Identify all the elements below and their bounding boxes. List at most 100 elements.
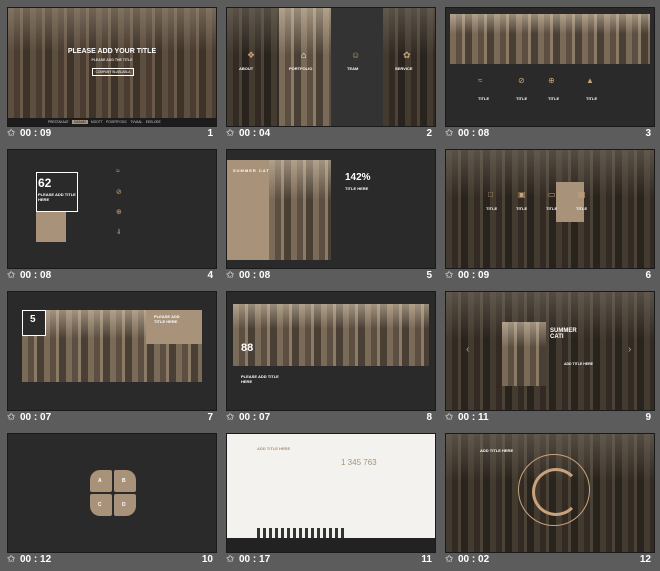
slide-thumbnail-1[interactable]: PLEASE ADD YOUR TITLE PLEASE ADD THE TIT… xyxy=(7,7,217,145)
slide-number: 2 xyxy=(426,128,432,139)
slide-duration: 00 : 07 xyxy=(20,412,52,423)
slide-title: PLEASE ADD TITLE HERE xyxy=(241,374,279,384)
slide-title: PLEASE ADD TITLE HERE xyxy=(38,192,76,202)
slide-number: 10 xyxy=(201,554,213,565)
slide-label: TEAM xyxy=(347,66,359,71)
slide-thumbnail-12[interactable]: ADD TITLE HERE ✩ 00 : 02 12 xyxy=(445,433,655,571)
slide-label: TITLE xyxy=(516,206,528,211)
big-number: 5 xyxy=(30,314,36,325)
wifi-icon: ≈ xyxy=(478,76,483,85)
slide-thumbnail-8[interactable]: 88 PLEASE ADD TITLE HERE ✩ 00 : 07 8 xyxy=(226,291,436,429)
globe-icon: ⊕ xyxy=(116,209,122,216)
chevron-right-icon: › xyxy=(628,344,632,355)
globe-icon: ⊕ xyxy=(548,76,555,85)
slide-title: ADD TITLE HERE xyxy=(257,446,291,451)
slide-thumbnail-7[interactable]: 5 PLEASE ADD TITLE HERE ✩ 00 : 07 7 xyxy=(7,291,217,429)
star-icon: ✩ xyxy=(226,554,235,565)
slide-preview: SUMMER CATI ADD TITLE HERE ‹ › xyxy=(445,291,655,411)
slide-preview: 5 PLEASE ADD TITLE HERE xyxy=(7,291,217,411)
wifi-icon: ≈ xyxy=(116,168,120,175)
download-icon: ⇓ xyxy=(116,229,122,236)
tile-label: B xyxy=(122,478,126,484)
slide-number: 9 xyxy=(645,412,651,423)
big-number: 62 xyxy=(38,176,52,190)
slide-label: TITLE xyxy=(546,206,558,211)
star-icon: ✩ xyxy=(445,412,454,423)
stat-value: 1 345 763 xyxy=(341,458,377,467)
slide-number: 5 xyxy=(426,270,432,281)
slide-heading: SUMMER CATI xyxy=(233,168,272,173)
slide-heading: SUMMER CATI xyxy=(550,328,577,340)
slide-number: 12 xyxy=(639,554,651,565)
slide-preview: PLEASE ADD YOUR TITLE PLEASE ADD THE TIT… xyxy=(7,7,217,127)
slide-label: PORTFOLIO xyxy=(289,66,313,71)
document-icon: □ xyxy=(488,190,493,199)
slide-label: TITLE xyxy=(576,206,588,211)
slide-preview: □ ▣ ▭ ▤ TITLE TITLE TITLE TITLE xyxy=(445,149,655,269)
slide-duration: 00 : 17 xyxy=(239,554,271,565)
chart-icon: ▲ xyxy=(586,76,594,85)
slide-duration: 00 : 12 xyxy=(20,554,52,565)
tile-label: A xyxy=(98,478,102,484)
slide-thumbnail-10[interactable]: A B C D ✩ 00 : 12 10 xyxy=(7,433,217,571)
star-icon: ✩ xyxy=(445,128,454,139)
slide-duration: 00 : 11 xyxy=(458,412,489,423)
slide-duration: 00 : 08 xyxy=(239,270,271,281)
star-icon: ✩ xyxy=(7,412,16,423)
slide-duration: 00 : 09 xyxy=(458,270,490,281)
star-icon: ✩ xyxy=(226,412,235,423)
percent-value: 142% xyxy=(345,172,371,183)
service-icon: ✿ xyxy=(403,50,411,60)
slide-title: TITLE HERE xyxy=(345,186,369,191)
star-icon: ✩ xyxy=(7,128,16,139)
star-icon: ✩ xyxy=(445,554,454,565)
slide-preview: 62 PLEASE ADD TITLE HERE ≈ ⊘ ⊕ ⇓ xyxy=(7,149,217,269)
chevron-left-icon: ‹ xyxy=(466,344,470,355)
slide-number: 3 xyxy=(645,128,651,139)
deer-icon: ❖ xyxy=(247,50,256,60)
slide-duration: 00 : 08 xyxy=(20,270,52,281)
slide-preview: ADD TITLE HERE 1 345 763 xyxy=(226,433,436,553)
slide-thumbnail-6[interactable]: □ ▣ ▭ ▤ TITLE TITLE TITLE TITLE ✩ 00 : 09… xyxy=(445,149,655,287)
home-icon: ⌂ xyxy=(301,50,307,60)
slide-thumbnail-4[interactable]: 62 PLEASE ADD TITLE HERE ≈ ⊘ ⊕ ⇓ ✩ 00 : 0… xyxy=(7,149,217,287)
team-icon: ☺ xyxy=(351,50,361,60)
monitor-icon: ▭ xyxy=(548,190,556,199)
compass-icon: ⊘ xyxy=(518,76,525,85)
slide-duration: 00 : 04 xyxy=(239,128,271,139)
slide-label: TITLE xyxy=(486,206,498,211)
star-icon: ✩ xyxy=(7,554,16,565)
slide-preview: ≈ ⊘ ⊕ ▲ TITLE TITLE TITLE TITLE xyxy=(445,7,655,127)
slide-thumbnail-11[interactable]: ADD TITLE HERE 1 345 763 ✩ 00 : 17 11 xyxy=(226,433,436,571)
slide-duration: 00 : 08 xyxy=(458,128,490,139)
slide-subtitle: PLEASE ADD THE TITLE xyxy=(91,58,133,62)
slide-number: 8 xyxy=(426,412,432,423)
bottom-nav: PRESTAKAAT NAAAM MOOTT POORTFOOG TVVAAL … xyxy=(48,120,161,124)
tile-label: D xyxy=(122,502,126,508)
slide-preview: ❖ ⌂ ☺ ✿ ABOUT PORTFOLIO TEAM SERVICE xyxy=(226,7,436,127)
slide-label: ABOUT xyxy=(239,66,254,71)
slide-number: 11 xyxy=(421,554,432,565)
slide-preview: 88 PLEASE ADD TITLE HERE xyxy=(226,291,436,411)
star-icon: ✩ xyxy=(7,270,16,281)
slide-duration: 00 : 07 xyxy=(239,412,271,423)
slide-thumbnail-5[interactable]: SUMMER CATI 142% TITLE HERE ✩ 00 : 08 5 xyxy=(226,149,436,287)
slide-button: COMPANY BLABLABLA xyxy=(92,68,134,76)
big-number: 88 xyxy=(241,342,254,354)
slide-title: PLEASE ADD TITLE HERE xyxy=(154,314,180,324)
compass-icon: ⊘ xyxy=(116,189,122,196)
slide-title: ADD TITLE HERE xyxy=(480,448,514,453)
slide-label: TITLE xyxy=(548,96,560,101)
star-icon: ✩ xyxy=(445,270,454,281)
slide-thumbnail-3[interactable]: ≈ ⊘ ⊕ ▲ TITLE TITLE TITLE TITLE ✩ 00 : 08… xyxy=(445,7,655,145)
slide-label: SERVICE xyxy=(395,66,413,71)
slide-number: 4 xyxy=(207,270,213,281)
slide-label: TITLE xyxy=(478,96,490,101)
page-icon: ▣ xyxy=(518,190,526,199)
slide-number: 7 xyxy=(207,412,213,423)
slide-duration: 00 : 09 xyxy=(20,128,52,139)
slide-thumbnail-9[interactable]: SUMMER CATI ADD TITLE HERE ‹ › ✩ 00 : 11 9 xyxy=(445,291,655,429)
slide-thumbnail-2[interactable]: ❖ ⌂ ☺ ✿ ABOUT PORTFOLIO TEAM SERVICE ✩ 00… xyxy=(226,7,436,145)
slide-title: PLEASE ADD YOUR TITLE xyxy=(67,48,157,55)
slide-preview: ADD TITLE HERE xyxy=(445,433,655,553)
